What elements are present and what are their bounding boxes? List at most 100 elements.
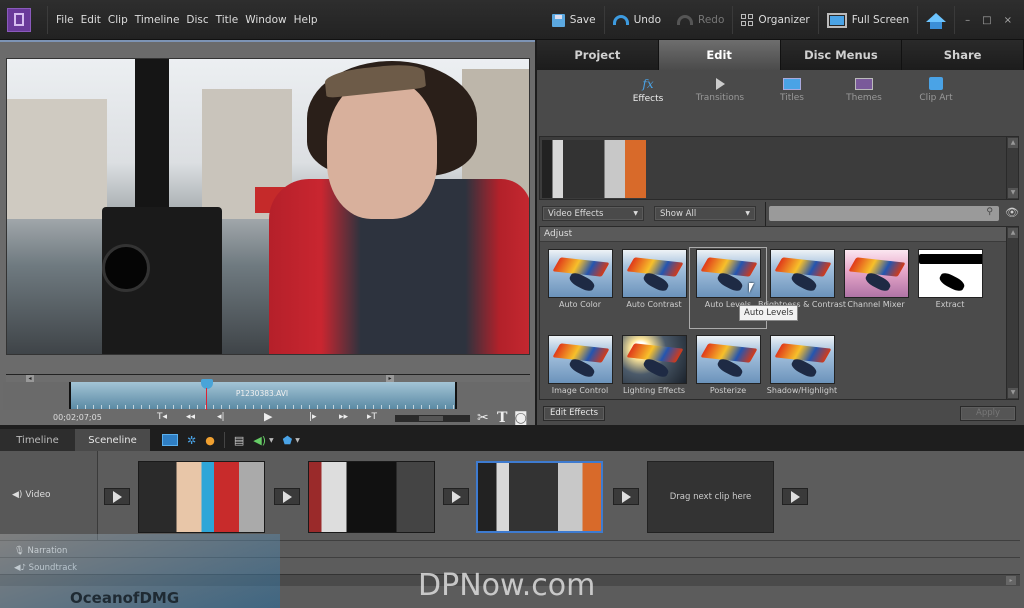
sceneline-header: Timeline Sceneline ✲ ● ▤ ◀) ▼ ⬟ ▼ [0,429,1024,451]
undo-button[interactable]: Undo [605,0,669,40]
menu-clip[interactable]: Clip [108,14,128,26]
show-filter-dropdown[interactable]: Show All ▼ [654,206,756,221]
menu-title[interactable]: Title [216,14,239,26]
watermark-dpnow: DPNow.com [418,568,596,603]
tab-project[interactable]: Project [537,40,659,70]
effects-filter-bar: Video Effects ▼ Show All ▼ ⚲ 👁 [539,202,1024,226]
apply-button[interactable]: Apply [960,406,1016,421]
edit-subtabs: fx Effects Transitions Titles Themes Cli… [537,70,1024,110]
effect-item[interactable]: Lighting Effects [617,335,691,395]
transition-slot[interactable] [274,488,300,505]
effect-item[interactable]: Shadow/Highlight [765,335,839,395]
menu-window[interactable]: Window [245,14,286,26]
scroll-right-button[interactable]: ▸ [386,375,394,382]
menu-edit[interactable]: Edit [81,14,101,26]
smart-fix-icon[interactable] [162,434,178,446]
out-point-handle[interactable] [455,382,457,409]
effect-category-dropdown[interactable]: Video Effects ▼ [542,206,644,221]
trim-clip[interactable]: P1230383.AVI [69,382,455,409]
chevron-down-icon[interactable]: ▼ [295,437,300,444]
full-screen-button[interactable]: Full Screen [819,0,917,40]
properties-icon[interactable]: ▤ [234,434,244,447]
scene-clip[interactable] [138,461,265,533]
scroll-down-button[interactable]: ▼ [1008,188,1018,198]
arrow-right-icon [621,490,631,503]
monitor-panel: ◂ ▸ P1230383.AVI 00;02;07;05 T◂ ◂◂ ◂| ▶ … [0,40,535,426]
chevron-down-icon[interactable]: ▼ [269,437,274,444]
video-preview[interactable] [6,58,530,355]
effect-item[interactable]: Auto Color [543,249,617,327]
tab-timeline[interactable]: Timeline [0,429,75,451]
save-button[interactable]: Save [544,0,604,40]
effect-item[interactable]: Auto Levels Auto Levels [689,247,799,329]
step-back-button[interactable]: ◂| [217,412,225,422]
menu-file[interactable]: File [56,14,74,26]
split-clip-icon[interactable]: ✂ [477,410,489,426]
gallery-scrollbar[interactable]: ▲ ▼ [1006,227,1018,399]
effect-item[interactable]: Posterize [691,335,765,395]
scroll-left-button[interactable]: ◂ [26,375,34,382]
menu-timeline[interactable]: Timeline [135,14,180,26]
effect-thumbnail [621,335,687,384]
preview-eye-icon[interactable]: 👁 [1005,206,1019,219]
scroll-right-button[interactable]: ▸ [1006,576,1016,585]
menu-help[interactable]: Help [294,14,318,26]
window-controls: – □ × [955,15,1024,26]
goto-in-button[interactable]: T◂ [157,412,167,422]
scroll-down-button[interactable]: ▼ [1008,388,1018,398]
play-button[interactable]: ▶ [264,410,272,423]
organizer-button[interactable]: Organizer [733,0,817,40]
in-point-handle[interactable] [69,382,71,409]
effect-item[interactable]: Channel Mixer [839,249,913,327]
shuttle-slider[interactable] [395,415,470,422]
scene-clip-selected[interactable] [476,461,603,533]
preview-strip-scrollbar[interactable]: ▲ ▼ [1006,137,1018,199]
selected-clip-thumbnail[interactable] [542,140,646,198]
transition-slot[interactable] [443,488,469,505]
effect-item[interactable]: Image Control [543,335,617,395]
audio-mixer-icon[interactable]: ◀) [253,434,266,447]
menu-disc[interactable]: Disc [186,14,208,26]
effect-item[interactable]: Extract [913,249,987,327]
clip-drop-zone[interactable]: Drag next clip here [647,461,774,533]
organizer-label: Organizer [758,14,810,26]
marker-icon[interactable]: ⬟ [283,434,293,447]
close-button[interactable]: × [1004,15,1012,26]
snapshot-icon[interactable]: ◙ [514,410,528,426]
transition-slot[interactable] [613,488,639,505]
subtab-clip-art[interactable]: Clip Art [900,70,972,110]
goto-out-button[interactable]: ▸T [367,412,377,422]
scene-clip[interactable] [308,461,435,533]
app-logo-icon [7,7,31,32]
transition-slot[interactable] [782,488,808,505]
subtab-effects[interactable]: fx Effects [612,70,684,110]
rewind-button[interactable]: ◂◂ [186,412,195,422]
edit-effects-button[interactable]: Edit Effects [543,406,606,421]
scroll-up-button[interactable]: ▲ [1008,138,1018,148]
home-button[interactable] [918,0,954,40]
subtab-themes[interactable]: Themes [828,70,900,110]
scroll-up-button[interactable]: ▲ [1008,228,1018,238]
preview-scrollbar[interactable]: ◂ ▸ [6,374,530,382]
add-title-icon[interactable]: T [497,410,507,426]
smart-trim-icon[interactable]: ✲ [187,434,196,447]
tab-edit[interactable]: Edit [658,40,781,70]
speaker-icon[interactable]: ◀) [12,490,22,500]
transition-slot[interactable] [104,488,130,505]
step-forward-button[interactable]: |▸ [309,412,317,422]
fast-forward-button[interactable]: ▸▸ [339,412,348,422]
maximize-button[interactable]: □ [982,15,991,26]
subtab-transitions[interactable]: Transitions [684,70,756,110]
effects-search-input[interactable]: ⚲ [769,206,999,221]
save-icon [551,13,565,27]
divider [223,432,225,448]
tab-sceneline[interactable]: Sceneline [75,429,150,451]
motion-tracking-icon[interactable]: ● [205,434,215,447]
tab-share[interactable]: Share [902,40,1024,70]
tab-disc-menus[interactable]: Disc Menus [780,40,903,70]
trim-bar[interactable]: P1230383.AVI [3,379,530,410]
redo-button[interactable]: Redo [669,0,732,40]
subtab-titles[interactable]: Titles [756,70,828,110]
effect-item[interactable]: Auto Contrast [617,249,691,327]
minimize-button[interactable]: – [965,15,970,26]
